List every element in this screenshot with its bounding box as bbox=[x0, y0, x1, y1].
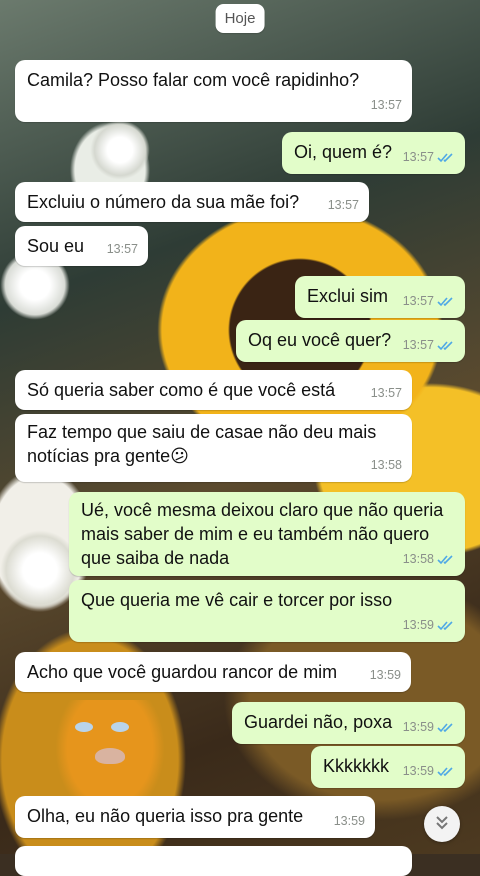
message-outgoing[interactable]: Oi, quem é? 13:57 bbox=[282, 132, 465, 174]
message-text: Excluiu o número da sua mãe foi? bbox=[27, 192, 300, 212]
message-outgoing[interactable]: Guardei não, poxa 13:59 bbox=[232, 702, 465, 744]
message-time: 13:59 bbox=[402, 618, 434, 632]
message-time: 13:58 bbox=[370, 458, 402, 472]
scroll-to-bottom-button[interactable] bbox=[424, 806, 460, 842]
message-text: Camila? Posso falar com você rapidinho? bbox=[27, 70, 360, 90]
message-text: Que queria me vê cair e torcer por isso bbox=[81, 590, 393, 610]
message-outgoing[interactable]: Que queria me vê cair e torcer por isso … bbox=[69, 580, 465, 642]
message-time: 13:59 bbox=[402, 764, 434, 778]
message-time: 13:57 bbox=[370, 98, 402, 112]
double-check-icon bbox=[437, 620, 455, 631]
message-time: 13:59 bbox=[369, 668, 401, 682]
message-outgoing[interactable]: Ué, você mesma deixou claro que não quer… bbox=[69, 492, 465, 576]
message-time: 13:57 bbox=[106, 242, 138, 256]
message-time: 13:58 bbox=[402, 552, 434, 566]
message-time: 13:57 bbox=[327, 198, 359, 212]
message-time: 13:57 bbox=[402, 338, 434, 352]
double-check-icon bbox=[437, 554, 455, 565]
double-check-icon bbox=[437, 296, 455, 307]
chat-thread[interactable]: Hoje Camila? Posso falar com você rapidi… bbox=[0, 0, 480, 876]
chevrons-down-icon bbox=[433, 813, 451, 836]
message-incoming[interactable]: Camila? Posso falar com você rapidinho? … bbox=[15, 60, 412, 122]
double-check-icon bbox=[437, 722, 455, 733]
message-time: 13:59 bbox=[402, 720, 434, 734]
message-incoming[interactable]: Excluiu o número da sua mãe foi? 13:57 bbox=[15, 182, 369, 222]
message-time: 13:57 bbox=[402, 150, 434, 164]
message-incoming[interactable]: Só queria saber como é que você está 13:… bbox=[15, 370, 412, 410]
message-time: 13:57 bbox=[402, 294, 434, 308]
message-outgoing[interactable]: Exclui sim 13:57 bbox=[295, 276, 465, 318]
message-text: Faz tempo que saiu de casae não deu mais… bbox=[27, 422, 377, 466]
message-outgoing[interactable]: Kkkkkkk 13:59 bbox=[311, 746, 465, 788]
message-time: 13:59 bbox=[333, 814, 365, 828]
message-text: Só queria saber como é que você está bbox=[27, 380, 336, 400]
message-text: Olha, eu não queria isso pra gente bbox=[27, 806, 304, 826]
message-text: Ué, você mesma deixou claro que não quer… bbox=[81, 500, 444, 568]
message-incoming-partial[interactable] bbox=[15, 846, 412, 876]
double-check-icon bbox=[437, 152, 455, 163]
message-incoming[interactable]: Acho que você guardou rancor de mim 13:5… bbox=[15, 652, 411, 692]
message-time: 13:57 bbox=[370, 386, 402, 400]
message-incoming[interactable]: Faz tempo que saiu de casae não deu mais… bbox=[15, 414, 412, 482]
message-incoming[interactable]: Olha, eu não queria isso pra gente 13:59 bbox=[15, 796, 375, 838]
message-incoming[interactable]: Sou eu 13:57 bbox=[15, 226, 148, 266]
double-check-icon bbox=[437, 766, 455, 777]
date-chip: Hoje bbox=[215, 4, 265, 33]
double-check-icon bbox=[437, 340, 455, 351]
message-text: Acho que você guardou rancor de mim bbox=[27, 662, 338, 682]
message-outgoing[interactable]: Oq eu você quer? 13:57 bbox=[236, 320, 465, 362]
